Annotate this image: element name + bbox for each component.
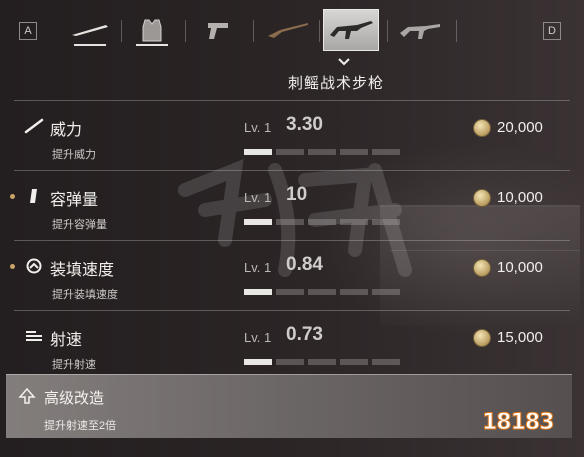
coin-icon: [473, 189, 491, 207]
stat-name: 容弹量: [50, 192, 99, 209]
slot-divider: [387, 20, 388, 42]
level-bar-filled: [244, 359, 272, 365]
stat-value: 3.30: [286, 114, 323, 135]
weapon-slot-assault-rifle[interactable]: [394, 10, 446, 50]
stat-description: 提升威力: [52, 149, 96, 161]
site-watermark-logo: 18183: [480, 382, 580, 452]
prev-key-hint[interactable]: A: [19, 22, 37, 40]
armor-vest-icon: [142, 19, 162, 42]
coin-icon: [473, 259, 491, 277]
level-bar-empty: [276, 149, 304, 155]
power-icon: [24, 118, 44, 134]
upgrade-arrow-icon: [18, 387, 36, 404]
level-bar-empty: [372, 359, 400, 365]
selected-weapon-name: 刺鳐战术步枪: [287, 75, 384, 92]
slot-divider: [456, 20, 457, 42]
upgrade-cost: 15,000: [497, 329, 543, 346]
assault-rifle-icon: [400, 24, 440, 39]
stat-value: 0.73: [286, 324, 323, 345]
knife-icon: [72, 25, 108, 36]
stat-level: Lv. 1: [244, 260, 272, 275]
magazine-icon: [30, 189, 37, 203]
level-bar-empty: [340, 359, 368, 365]
level-bar-empty: [308, 359, 336, 365]
upgrade-row-reload[interactable]: 装填速度 提升装填速度 Lv. 1 0.84 10,000: [10, 240, 570, 310]
equipped-indicator: [74, 44, 106, 46]
level-progress-bars: [244, 359, 400, 365]
upgrade-list: 威力 提升威力 Lv. 1 3.30 20,000 容弹量 提升容弹量 Lv. …: [10, 100, 570, 380]
weapon-slot-armor[interactable]: [126, 10, 178, 50]
level-bar-empty: [276, 219, 304, 225]
advanced-upgrade-title: 高级改造: [44, 390, 105, 407]
weapon-slot-hunting-rifle[interactable]: [262, 10, 314, 50]
level-bar-empty: [308, 219, 336, 225]
stat-value: 0.84: [286, 254, 323, 275]
stat-value: 10: [286, 184, 308, 205]
level-bar-empty: [340, 219, 368, 225]
next-key-hint[interactable]: D: [543, 22, 561, 40]
level-bar-empty: [276, 289, 304, 295]
stat-description: 提升装填速度: [52, 289, 118, 301]
level-bar-filled: [244, 219, 272, 225]
upgrade-row-fire-rate[interactable]: 射速 提升射速 Lv. 1 0.73 15,000: [14, 310, 570, 380]
level-bar-empty: [372, 289, 400, 295]
coin-icon: [473, 329, 491, 347]
level-bar-empty: [340, 289, 368, 295]
weapon-select-bar: A D: [0, 0, 584, 60]
upgrade-cost: 20,000: [497, 119, 543, 136]
slot-divider: [253, 20, 254, 42]
upgrade-row-power[interactable]: 威力 提升威力 Lv. 1 3.30 20,000: [14, 100, 570, 170]
level-bar-empty: [372, 219, 400, 225]
stat-name: 射速: [50, 332, 83, 349]
stat-name: 装填速度: [50, 262, 115, 279]
upgrade-row-capacity[interactable]: 容弹量 提升容弹量 Lv. 1 10 10,000: [10, 170, 570, 240]
level-progress-bars: [244, 289, 400, 295]
stat-description: 提升射速: [52, 359, 96, 371]
advanced-upgrade-description: 提升射速至2倍: [44, 420, 117, 432]
level-bar-filled: [244, 149, 272, 155]
stat-name: 威力: [50, 122, 83, 139]
weapon-slot-knife[interactable]: [64, 10, 116, 50]
weapon-slot-pistol[interactable]: [192, 10, 244, 50]
notification-dot: [10, 194, 15, 199]
weapon-slot-tactical-rifle[interactable]: [323, 9, 379, 51]
upgrade-cost: 10,000: [497, 259, 543, 276]
upgrade-cost: 10,000: [497, 189, 543, 206]
stat-level: Lv. 1: [244, 120, 272, 135]
reload-icon: [26, 258, 42, 274]
pistol-icon: [208, 23, 228, 39]
chevron-down-icon: [338, 58, 350, 66]
coin-icon: [473, 119, 491, 137]
tactical-rifle-icon: [330, 21, 373, 39]
slot-divider: [319, 20, 320, 42]
level-progress-bars: [244, 219, 400, 225]
level-progress-bars: [244, 149, 400, 155]
level-bar-empty: [308, 149, 336, 155]
stat-description: 提升容弹量: [52, 219, 107, 231]
stat-level: Lv. 1: [244, 330, 272, 345]
stat-level: Lv. 1: [244, 190, 272, 205]
hunting-rifle-icon: [268, 23, 308, 38]
level-bar-empty: [308, 289, 336, 295]
level-bar-filled: [244, 289, 272, 295]
fire-rate-icon: [26, 331, 42, 341]
slot-divider: [185, 20, 186, 42]
level-bar-empty: [276, 359, 304, 365]
notification-dot: [10, 264, 15, 269]
level-bar-empty: [340, 149, 368, 155]
slot-divider: [121, 20, 122, 42]
level-bar-empty: [372, 149, 400, 155]
equipped-indicator: [136, 44, 168, 46]
watermark-text: 18183: [482, 410, 556, 436]
